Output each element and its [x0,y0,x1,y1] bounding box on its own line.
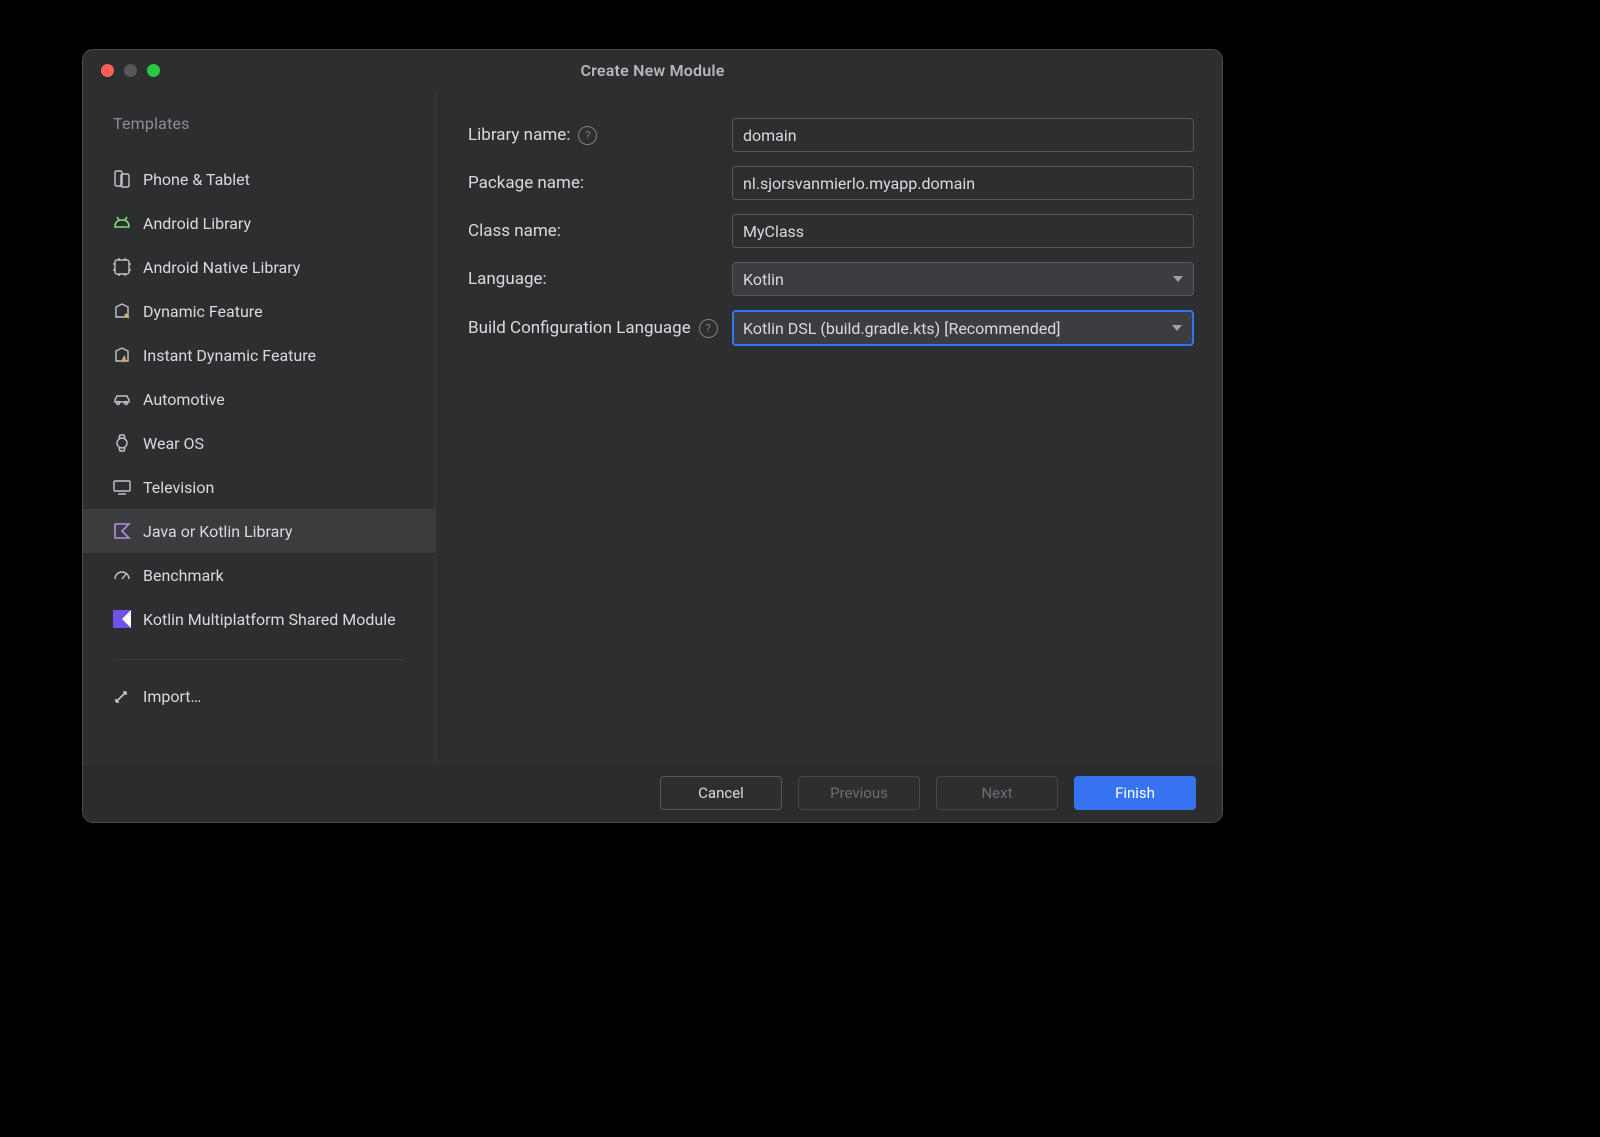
chevron-down-icon [1173,276,1183,282]
template-wear-os[interactable]: Wear OS [83,421,435,465]
close-window-button[interactable] [101,64,114,77]
kmp-icon [113,610,131,628]
label-class-name: Class name: [468,221,724,241]
template-phone-tablet[interactable]: Phone & Tablet [83,157,435,201]
native-lib-icon [113,258,131,276]
template-kotlin-multiplatform[interactable]: Kotlin Multiplatform Shared Module [83,597,435,641]
finish-button[interactable]: Finish [1074,776,1196,810]
create-module-dialog: Create New Module Templates Phone & Tabl… [82,49,1223,823]
label-language: Language: [468,269,724,289]
row-class-name: Class name: [468,214,1194,248]
tv-icon [113,478,131,496]
import-icon [113,687,131,705]
gauge-icon [113,566,131,584]
select-build-config-value: Kotlin DSL (build.gradle.kts) [Recommend… [743,319,1060,338]
template-benchmark[interactable]: Benchmark [83,553,435,597]
template-java-kotlin-library[interactable]: Java or Kotlin Library [83,509,435,553]
watch-icon [113,434,131,452]
template-label: Android Native Library [143,258,300,277]
phone-tablet-icon [113,170,131,188]
template-label: Dynamic Feature [143,302,263,321]
template-label: Television [143,478,214,497]
label-library-name: Library name: ? [468,125,724,145]
row-build-config-language: Build Configuration Language ? Kotlin DS… [468,310,1194,346]
input-class-name[interactable] [732,214,1194,248]
template-label: Android Library [143,214,251,233]
label-package-name: Package name: [468,173,724,193]
row-language: Language: Kotlin [468,262,1194,296]
cancel-button[interactable]: Cancel [660,776,782,810]
chevron-down-icon [1172,325,1182,331]
window-controls [101,50,160,90]
sidebar-divider [113,659,405,660]
template-label: Phone & Tablet [143,170,250,189]
template-automotive[interactable]: Automotive [83,377,435,421]
template-android-native-library[interactable]: Android Native Library [83,245,435,289]
dynamic-feature-icon [113,302,131,320]
row-package-name: Package name: [468,166,1194,200]
dialog-title: Create New Module [580,61,724,80]
titlebar: Create New Module [83,50,1222,90]
import-label: Import… [143,687,201,706]
input-package-name[interactable] [732,166,1194,200]
template-label: Automotive [143,390,225,409]
dialog-body: Templates Phone & Tablet Android Library [83,90,1222,763]
template-label: Kotlin Multiplatform Shared Module [143,610,396,629]
template-television[interactable]: Television [83,465,435,509]
label-build-config-language: Build Configuration Language ? [468,318,724,338]
instant-feature-icon [113,346,131,364]
template-instant-dynamic-feature[interactable]: Instant Dynamic Feature [83,333,435,377]
sidebar-heading: Templates [83,114,435,157]
template-label: Wear OS [143,434,204,453]
android-icon [113,214,131,232]
next-button: Next [936,776,1058,810]
template-label: Java or Kotlin Library [143,522,292,541]
module-form: Library name: ? Package name: Class name… [436,90,1222,763]
row-library-name: Library name: ? [468,118,1194,152]
dialog-footer: Cancel Previous Next Finish [83,763,1222,822]
kotlin-lib-icon [113,522,131,540]
maximize-window-button[interactable] [147,64,160,77]
templates-sidebar: Templates Phone & Tablet Android Library [83,90,436,763]
select-build-config-language[interactable]: Kotlin DSL (build.gradle.kts) [Recommend… [732,310,1194,346]
minimize-window-button[interactable] [124,64,137,77]
template-label: Benchmark [143,566,224,585]
select-language[interactable]: Kotlin [732,262,1194,296]
input-library-name[interactable] [732,118,1194,152]
car-icon [113,390,131,408]
help-icon[interactable]: ? [699,319,718,338]
template-label: Instant Dynamic Feature [143,346,316,365]
select-language-value: Kotlin [743,270,784,289]
sidebar-import[interactable]: Import… [83,674,435,718]
template-list: Phone & Tablet Android Library Android N… [83,157,435,641]
previous-button: Previous [798,776,920,810]
template-dynamic-feature[interactable]: Dynamic Feature [83,289,435,333]
help-icon[interactable]: ? [578,126,597,145]
template-android-library[interactable]: Android Library [83,201,435,245]
